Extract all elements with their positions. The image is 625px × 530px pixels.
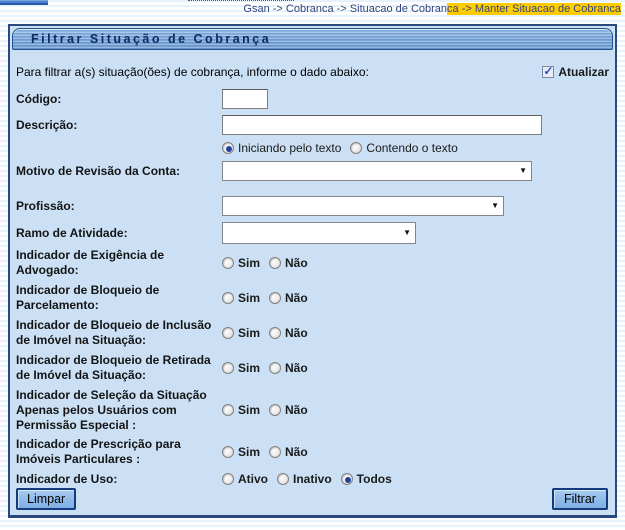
radio-todos[interactable] bbox=[340, 473, 353, 485]
radio-nao[interactable] bbox=[269, 404, 282, 416]
radio-label-sim: Sim bbox=[238, 445, 261, 459]
radio-sim[interactable] bbox=[222, 446, 234, 458]
codigo-input[interactable] bbox=[222, 89, 268, 109]
ramo-atividade-select[interactable]: ▼ bbox=[222, 222, 416, 244]
focus-outline-fragment bbox=[188, 0, 294, 2]
codigo-label: Código: bbox=[16, 91, 62, 106]
descricao-input[interactable] bbox=[222, 115, 542, 135]
radio-label-nao: Não bbox=[285, 256, 308, 270]
filtrar-button[interactable]: Filtrar bbox=[552, 488, 608, 510]
intro-text: Para filtrar a(s) situação(ões) de cobra… bbox=[16, 65, 369, 79]
indicador-uso-row: Indicador de Uso: Ativo Inativo Todos bbox=[16, 471, 609, 487]
indicador-selecao-situacao-row: Indicador de Seleção da Situação Apenas … bbox=[16, 387, 609, 433]
descricao-label: Descrição: bbox=[16, 117, 78, 132]
radio-label-nao: Não bbox=[285, 291, 308, 305]
field-label: Indicador de Bloqueio de Retirada de Imó… bbox=[16, 353, 211, 382]
indicador-bloqueio-parcelamento-row: Indicador de Bloqueio de Parcelamento: S… bbox=[16, 282, 609, 314]
indicador-uso-label: Indicador de Uso: bbox=[16, 471, 118, 486]
radio-label-iniciando: Iniciando pelo texto bbox=[238, 141, 342, 155]
chevron-down-icon: ▼ bbox=[519, 166, 527, 175]
breadcrumb-current-highlighted[interactable]: ca -> Manter Situacao de Cobranca bbox=[447, 3, 621, 15]
chevron-down-icon: ▼ bbox=[491, 201, 499, 210]
cutoff-menu-bar bbox=[0, 0, 48, 5]
radio-label-ativo: Ativo bbox=[238, 472, 268, 486]
field-label: Indicador de Prescrição para Imóveis Par… bbox=[16, 437, 181, 466]
radio-label-sim: Sim bbox=[238, 326, 261, 340]
radio-label-nao: Não bbox=[285, 445, 308, 459]
panel-title: Filtrar Situação de Cobrança bbox=[12, 28, 613, 50]
radio-nao[interactable] bbox=[269, 292, 282, 304]
radio-sim[interactable] bbox=[222, 362, 234, 374]
panel-content: Para filtrar a(s) situação(ões) de cobra… bbox=[10, 64, 615, 487]
motivo-revisao-label: Motivo de Revisão da Conta: bbox=[16, 163, 181, 178]
ramo-atividade-row: Ramo de Atividade: ▼ bbox=[16, 222, 609, 244]
field-label: Indicador de Exigência de Advogado: bbox=[16, 248, 165, 277]
profissao-label: Profissão: bbox=[16, 198, 75, 213]
radio-label-inativo: Inativo bbox=[293, 472, 332, 486]
radio-nao[interactable] bbox=[269, 446, 282, 458]
radio-ativo[interactable] bbox=[222, 473, 234, 485]
filter-panel: Filtrar Situação de Cobrança Para filtra… bbox=[8, 24, 617, 518]
radio-iniciando-pelo-texto[interactable] bbox=[222, 142, 234, 154]
profissao-row: Profissão: ▼ bbox=[16, 196, 609, 216]
indicador-bloqueio-inclusao-row: Indicador de Bloqueio de Inclusão de Imó… bbox=[16, 317, 609, 349]
radio-sim[interactable] bbox=[222, 327, 234, 339]
radio-label-contendo: Contendo o texto bbox=[366, 141, 458, 155]
radio-label-sim: Sim bbox=[238, 361, 261, 375]
radio-label-sim: Sim bbox=[238, 403, 261, 417]
radio-label-sim: Sim bbox=[238, 256, 261, 270]
indicador-exigencia-advogado-row: Indicador de Exigência de Advogado: Sim … bbox=[16, 247, 609, 279]
field-label: Indicador de Bloqueio de Parcelamento: bbox=[16, 283, 160, 312]
indicador-prescricao-row: Indicador de Prescrição para Imóveis Par… bbox=[16, 436, 609, 468]
radio-sim[interactable] bbox=[222, 404, 234, 416]
radio-nao[interactable] bbox=[269, 362, 282, 374]
radio-inativo[interactable] bbox=[277, 473, 289, 485]
atualizar-label: Atualizar bbox=[558, 65, 609, 79]
button-row: Limpar Filtrar bbox=[16, 488, 608, 510]
radio-nao[interactable] bbox=[269, 257, 282, 269]
atualizar-checkbox[interactable] bbox=[542, 64, 555, 78]
radio-label-todos: Todos bbox=[356, 472, 392, 486]
field-label: Indicador de Seleção da Situação Apenas … bbox=[16, 387, 207, 432]
radio-contendo-o-texto[interactable] bbox=[350, 142, 363, 154]
motivo-revisao-select[interactable]: ▼ bbox=[222, 161, 532, 181]
radio-sim[interactable] bbox=[222, 292, 234, 304]
radio-sim[interactable] bbox=[222, 257, 234, 269]
descricao-row: Descrição: bbox=[16, 115, 609, 135]
profissao-select[interactable]: ▼ bbox=[222, 196, 504, 216]
radio-label-nao: Não bbox=[285, 361, 308, 375]
limpar-button[interactable]: Limpar bbox=[16, 488, 77, 510]
radio-label-nao: Não bbox=[285, 326, 308, 340]
ramo-atividade-label: Ramo de Atividade: bbox=[16, 225, 128, 240]
radio-label-nao: Não bbox=[285, 403, 308, 417]
breadcrumb: Gsan -> Cobranca -> Situacao de Cobranca… bbox=[243, 3, 621, 15]
text-match-row: Iniciando pelo texto Contendo o texto bbox=[16, 141, 609, 155]
atualizar-wrap: Atualizar bbox=[542, 64, 609, 79]
radio-label-sim: Sim bbox=[238, 291, 261, 305]
codigo-row: Código: bbox=[16, 89, 609, 109]
chevron-down-icon: ▼ bbox=[403, 228, 411, 237]
field-label: Indicador de Bloqueio de Inclusão de Imó… bbox=[16, 318, 212, 347]
intro-row: Para filtrar a(s) situação(ões) de cobra… bbox=[16, 64, 609, 80]
indicador-bloqueio-retirada-row: Indicador de Bloqueio de Retirada de Imó… bbox=[16, 352, 609, 384]
radio-nao[interactable] bbox=[269, 327, 282, 339]
motivo-revisao-row: Motivo de Revisão da Conta: ▼ bbox=[16, 161, 609, 181]
breadcrumb-path[interactable]: Gsan -> Cobranca -> Situacao de Cobran bbox=[243, 3, 447, 15]
